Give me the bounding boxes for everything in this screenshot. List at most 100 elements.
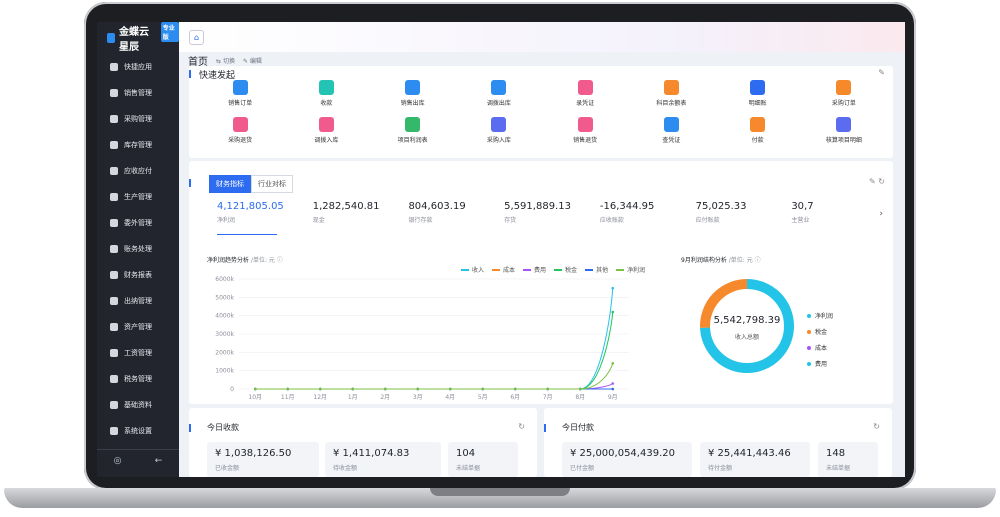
data-point — [611, 286, 615, 290]
kpi-item[interactable]: 4,121,805.05 净利润 — [217, 201, 313, 224]
data-point — [611, 382, 615, 385]
sidebar-item[interactable]: 采购管理 — [97, 106, 179, 132]
kpi-item[interactable]: 30,7 主营业 — [791, 201, 887, 224]
sidebar-item[interactable]: 库存管理 — [97, 132, 179, 158]
sidebar-item[interactable]: 资产管理 — [97, 314, 179, 340]
quick-launch-item[interactable]: 采购入库 — [456, 117, 542, 144]
sidebar-item[interactable]: 快捷应用 — [97, 54, 179, 80]
outsource-icon — [110, 219, 118, 227]
quick-launch-item[interactable]: 销售订单 — [197, 80, 283, 107]
kpi-value: 804,603.19 — [408, 201, 466, 212]
sidebar-item-label: 系统设置 — [124, 427, 152, 435]
donut-legend-item[interactable]: 成本 — [807, 343, 833, 352]
sidebar-item[interactable]: 销售管理 — [97, 80, 179, 106]
series-line — [255, 311, 614, 390]
sidebar-item[interactable]: 生产管理 — [97, 184, 179, 210]
sidebar-item-label: 账务处理 — [124, 245, 152, 253]
laptop-frame: 金蝶云星辰 专业版 快捷应用 销售管理采购管理库存管理 应收应付 生产管理 委外管理账务… — [0, 0, 1000, 517]
x-tick-label: 4月 — [445, 394, 455, 401]
refresh-icon[interactable]: ↻ — [518, 422, 525, 431]
donut-legend-item[interactable]: 税金 — [807, 327, 833, 336]
kpi-item[interactable]: -16,344.95 应收账款 — [600, 201, 696, 224]
quick-launch-item[interactable]: 付款 — [715, 117, 801, 144]
donut-legend-label: 税金 — [815, 329, 828, 336]
legend-dot — [807, 313, 811, 318]
laptop-notch — [430, 488, 570, 496]
sidebar-item[interactable]: 委外管理 — [97, 210, 179, 236]
edit-icon[interactable]: ✎ — [869, 177, 876, 186]
quick-launch-icon — [836, 80, 852, 95]
kpi-item[interactable]: 1,282,540.81 现金 — [313, 201, 409, 224]
quick-launch-icon — [232, 80, 248, 95]
quick-launch-item[interactable]: 采购退货 — [197, 117, 283, 144]
sidebar-item[interactable]: 税务管理 — [97, 366, 179, 392]
quick-launch-item[interactable]: 收款 — [283, 80, 369, 107]
open-documents-tile[interactable]: 104 未结单据 — [448, 442, 518, 477]
paid-amount-tile[interactable]: ¥ 25,000,054,439.20 已付金额 — [562, 442, 692, 477]
sidebar-item[interactable]: 出纳管理 — [97, 288, 179, 314]
donut-center: 5,542,798.39 收入总额 — [692, 315, 802, 341]
collapse-arrow-icon[interactable]: ← — [155, 456, 163, 466]
quick-edit-icon[interactable]: ✎ — [878, 68, 885, 77]
quick-launch-label: 销售订单 — [228, 100, 253, 107]
sidebar-item[interactable]: 基础资料 — [97, 392, 179, 418]
sidebar-item-label: 采购管理 — [124, 115, 152, 123]
sidebar-item[interactable]: 应收应付 — [97, 158, 179, 184]
donut-legend-item[interactable]: 净利润 — [807, 311, 833, 320]
chevron-right-icon[interactable]: › — [879, 209, 883, 219]
factory-icon — [110, 193, 118, 201]
refresh-icon[interactable]: ↻ — [878, 177, 885, 186]
sidebar-item[interactable]: 财务报表 — [97, 262, 179, 288]
tab-financial-indicators[interactable]: 财务指标 — [209, 175, 251, 193]
quick-launch-item[interactable]: 科目余额表 — [628, 80, 714, 107]
quick-launch-item[interactable]: 调拨入库 — [283, 117, 369, 144]
salary-icon — [110, 349, 118, 357]
quick-launch-item[interactable]: 查凭证 — [628, 117, 714, 144]
edit-button[interactable]: ✎ 编辑 — [243, 56, 262, 65]
sidebar-item[interactable]: 工资管理 — [97, 340, 179, 366]
sidebar-settings-icon[interactable]: ◎ — [114, 456, 122, 466]
received-amount-tile[interactable]: ¥ 1,038,126.50 已收金额 — [207, 442, 319, 477]
quick-launch-icon — [577, 117, 593, 132]
sidebar-item[interactable]: 账务处理 — [97, 236, 179, 262]
quick-launch-item[interactable]: 调拨出库 — [456, 80, 542, 107]
kpi-item[interactable]: 5,591,889.13 存货 — [504, 201, 600, 224]
edition-badge: 专业版 — [160, 22, 179, 42]
sidebar-item-label: 财务报表 — [124, 271, 152, 279]
kpi-item[interactable]: 804,603.19 银行存款 — [408, 201, 504, 224]
data-point — [481, 387, 485, 391]
quick-launch-label: 核算项目明细 — [825, 137, 862, 144]
y-tick-label: 4000k — [215, 313, 234, 320]
tab-industry-benchmark[interactable]: 行业对标 — [251, 175, 293, 193]
kpi-value: 75,025.33 — [695, 201, 747, 212]
quick-launch-item[interactable]: 销售出库 — [370, 80, 456, 107]
chart-icon — [110, 89, 118, 97]
quick-launch-icon — [836, 117, 852, 132]
quick-launch-item[interactable]: 核算项目明细 — [801, 117, 887, 144]
quick-launch-label: 付款 — [751, 137, 764, 144]
kpi-item[interactable]: 75,025.33 应付账款 — [696, 201, 792, 224]
quick-launch-item[interactable]: 录凭证 — [542, 80, 628, 107]
quick-launch-item[interactable]: 项目利润表 — [370, 117, 456, 144]
donut-legend-item[interactable]: 费用 — [807, 359, 833, 368]
home-tab-icon[interactable]: ⌂ — [189, 30, 204, 45]
y-tick-label: 1000k — [215, 368, 234, 375]
refresh-icon[interactable]: ↻ — [873, 422, 880, 431]
kpi-value: 5,591,889.13 — [504, 201, 571, 212]
pending-payment-tile[interactable]: ¥ 25,441,443.46 待付金额 — [700, 442, 810, 477]
quick-launch-label: 调拨入库 — [314, 137, 339, 144]
switch-button[interactable]: ⇆ 切换 — [216, 56, 235, 65]
page-header: 首页 ⇆ 切换 ✎ 编辑 — [188, 54, 262, 68]
sidebar-item[interactable]: 系统设置 — [97, 418, 179, 444]
legend-dot — [807, 361, 811, 366]
quick-launch-item[interactable]: 明细账 — [715, 80, 801, 107]
data-point — [286, 387, 290, 391]
y-tick-label: 3000k — [215, 331, 234, 338]
quick-launch-item[interactable]: 销售退货 — [542, 117, 628, 144]
open-payment-documents-tile[interactable]: 148 未结单据 — [818, 442, 878, 477]
app-logo[interactable]: 金蝶云星辰 专业版 — [97, 22, 179, 54]
pending-receipt-tile[interactable]: ¥ 1,411,074.83 待收金额 — [325, 442, 441, 477]
donut-legend-label: 净利润 — [815, 313, 834, 320]
metrics-card: 财务指标 行业对标 ✎ ↻ 4,121,805.05 净利润 1,282,540.8… — [189, 161, 893, 404]
quick-launch-item[interactable]: 采购订单 — [801, 80, 887, 107]
